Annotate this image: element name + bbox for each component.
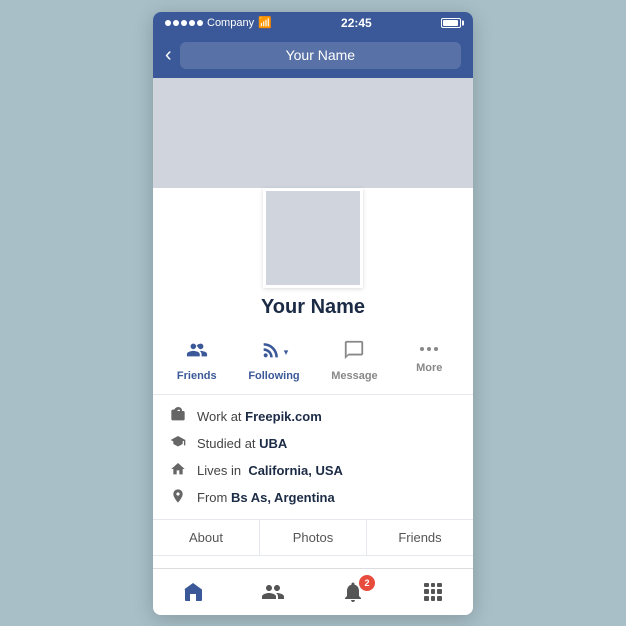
- from-icon: [169, 488, 187, 507]
- status-left: Company 📶: [165, 16, 272, 29]
- lives-icon: [169, 461, 187, 480]
- work-icon: [169, 407, 187, 426]
- gc4: [424, 589, 429, 594]
- battery-icon: [441, 18, 461, 28]
- menu-grid-icon: [424, 583, 442, 601]
- following-icon-row: ▾: [260, 339, 289, 367]
- following-button[interactable]: ▾ Following: [238, 335, 309, 386]
- friends-icon: [186, 339, 208, 367]
- carrier-label: Company: [207, 17, 254, 29]
- menu-nav-item[interactable]: [413, 577, 453, 607]
- tab-photos[interactable]: Photos: [260, 520, 367, 555]
- message-label: Message: [331, 370, 377, 382]
- home-nav-icon: [181, 580, 205, 604]
- work-text: Work at Freepik.com: [197, 409, 322, 424]
- studied-text: Studied at UBA: [197, 436, 287, 451]
- signal-dot-3: [181, 20, 187, 26]
- gc5: [431, 589, 436, 594]
- from-info: From Bs As, Argentina: [169, 488, 457, 507]
- more-icon: [420, 339, 438, 359]
- friends-label: Friends: [177, 370, 217, 382]
- tab-friends[interactable]: Friends: [367, 520, 473, 555]
- following-label: Following: [248, 370, 299, 382]
- nav-title: Your Name: [180, 42, 461, 70]
- message-icon: [343, 339, 365, 367]
- wifi-icon: 📶: [258, 16, 272, 29]
- gc6: [437, 589, 442, 594]
- dot-1: [420, 347, 424, 351]
- work-info: Work at Freepik.com: [169, 407, 457, 426]
- from-text: From Bs As, Argentina: [197, 490, 335, 505]
- lives-text: Lives in California, USA: [197, 463, 343, 478]
- time-display: 22:45: [341, 16, 372, 30]
- signal-dot-4: [189, 20, 195, 26]
- following-dropdown-arrow: ▾: [284, 347, 289, 358]
- studied-icon: [169, 434, 187, 453]
- tab-about[interactable]: About: [153, 520, 260, 555]
- message-button[interactable]: Message: [321, 335, 387, 386]
- notification-badge: 2: [359, 575, 375, 591]
- gc2: [431, 583, 436, 588]
- signal-dot-5: [197, 20, 203, 26]
- gc7: [424, 596, 429, 601]
- back-button[interactable]: ‹: [165, 44, 172, 67]
- battery-fill: [443, 20, 458, 26]
- signal-dots: [165, 20, 203, 26]
- avatar: [263, 188, 363, 288]
- friends-nav-item[interactable]: [253, 577, 293, 607]
- friends-nav-icon: [261, 580, 285, 604]
- following-icon: [260, 339, 282, 367]
- friends-button[interactable]: Friends: [167, 335, 227, 386]
- gc1: [424, 583, 429, 588]
- lives-info: Lives in California, USA: [169, 461, 457, 480]
- dot-3: [434, 347, 438, 351]
- signal-dot-1: [165, 20, 171, 26]
- bottom-nav: 2: [153, 568, 473, 615]
- dot-2: [427, 347, 431, 351]
- profile-name: Your Name: [153, 296, 473, 319]
- more-button[interactable]: More: [399, 335, 459, 386]
- profile-section: Your Name Friends: [153, 188, 473, 568]
- action-buttons-row: Friends ▾ Following: [153, 331, 473, 395]
- nav-bar: ‹ Your Name: [153, 34, 473, 78]
- studied-info: Studied at UBA: [169, 434, 457, 453]
- status-bar: Company 📶 22:45: [153, 12, 473, 34]
- gc9: [437, 596, 442, 601]
- sub-tabs: About Photos Friends: [153, 520, 473, 556]
- notifications-nav-item[interactable]: 2: [333, 577, 373, 607]
- phone-frame: Company 📶 22:45 ‹ Your Name Your Name: [153, 12, 473, 615]
- home-nav-item[interactable]: [173, 577, 213, 607]
- info-section: Work at Freepik.com Studied at UBA Lives…: [153, 395, 473, 520]
- gc8: [431, 596, 436, 601]
- signal-dot-2: [173, 20, 179, 26]
- more-label: More: [416, 362, 442, 374]
- gc3: [437, 583, 442, 588]
- avatar-container: [153, 188, 473, 288]
